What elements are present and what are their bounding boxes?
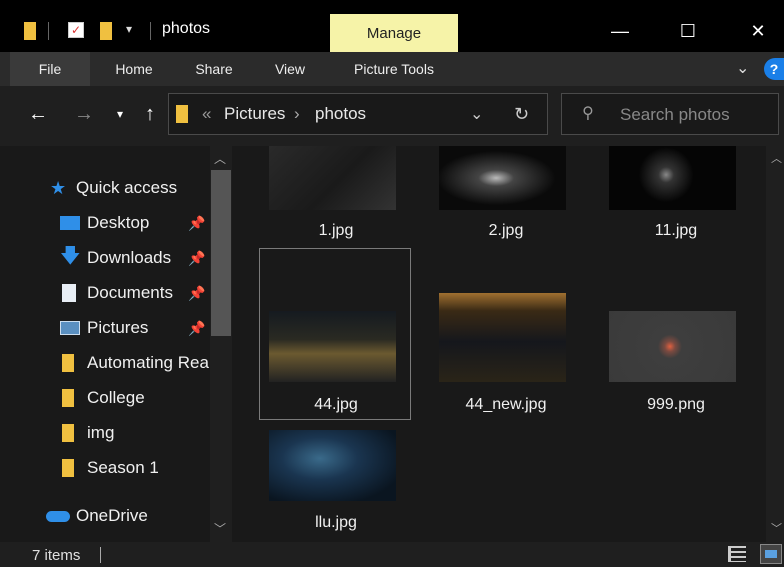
download-arrow-icon: 🡇 bbox=[60, 245, 81, 267]
sidebar-item-label: Season 1 bbox=[87, 458, 159, 477]
sidebar-item-label: img bbox=[87, 423, 115, 442]
search-icon: ⚲ bbox=[582, 105, 594, 122]
maximize-icon[interactable]: ☐ bbox=[668, 16, 708, 46]
folder-icon bbox=[176, 105, 188, 123]
sidebar-item-onedrive[interactable]: OneDrive bbox=[0, 499, 210, 533]
file-name[interactable]: 44.jpg bbox=[251, 396, 421, 414]
cloud-icon bbox=[46, 510, 70, 522]
separator bbox=[48, 22, 49, 40]
folder-icon bbox=[62, 389, 74, 407]
star-icon: ★ bbox=[50, 177, 67, 198]
file-name[interactable]: 44_new.jpg bbox=[421, 396, 591, 414]
folder-icon bbox=[62, 424, 74, 442]
sidebar-item-label: College bbox=[87, 388, 145, 407]
details-view-icon[interactable] bbox=[728, 546, 746, 562]
file-name[interactable]: 999.png bbox=[591, 396, 761, 414]
document-icon bbox=[62, 284, 76, 302]
refresh-icon[interactable]: ↻ bbox=[514, 104, 529, 125]
sidebar-item-documents[interactable]: Documents 📌 bbox=[0, 276, 210, 310]
sidebar-item-label: Automating Rea bbox=[87, 353, 209, 372]
thumbnail-11-jpg[interactable] bbox=[609, 146, 736, 210]
sidebar-item-quick-access[interactable]: ★ Quick access bbox=[0, 171, 210, 205]
file-name[interactable]: 2.jpg bbox=[421, 222, 591, 240]
thumbnail-999-png[interactable] bbox=[609, 311, 736, 382]
thumbnail-44-jpg[interactable] bbox=[269, 311, 396, 382]
customize-qat-icon[interactable]: ▾ bbox=[126, 22, 132, 36]
sidebar-item-desktop[interactable]: Desktop 📌 bbox=[0, 206, 210, 240]
sidebar-item-automating[interactable]: Automating Rea bbox=[0, 346, 210, 380]
recent-locations-icon[interactable]: ▾ bbox=[106, 100, 134, 128]
manage-tab[interactable]: Manage bbox=[330, 14, 458, 52]
sidebar-item-label: Desktop bbox=[87, 213, 150, 232]
sidebar-item-college[interactable]: College bbox=[0, 381, 210, 415]
tab-home[interactable]: Home bbox=[98, 52, 170, 86]
status-bar bbox=[0, 542, 784, 567]
large-icons-view-icon[interactable] bbox=[760, 544, 782, 564]
minimize-icon[interactable]: — bbox=[600, 16, 640, 46]
desktop-icon bbox=[60, 216, 80, 230]
thumbnail-2-jpg[interactable] bbox=[439, 146, 566, 210]
sidebar-item-label: Quick access bbox=[76, 178, 178, 197]
pin-icon[interactable]: 📌 bbox=[188, 285, 205, 302]
sidebar-item-label: Pictures bbox=[87, 318, 149, 337]
sidebar-item-downloads[interactable]: 🡇 Downloads 📌 bbox=[0, 241, 210, 275]
crumb-separator[interactable]: › bbox=[294, 104, 300, 124]
close-icon[interactable]: ✕ bbox=[738, 16, 778, 46]
forward-arrow-icon[interactable]: → bbox=[70, 100, 98, 128]
scroll-up-icon[interactable]: ︿ bbox=[214, 150, 226, 167]
folder-icon[interactable] bbox=[24, 22, 36, 40]
pin-icon[interactable]: 📌 bbox=[188, 250, 205, 267]
tab-share[interactable]: Share bbox=[180, 52, 248, 86]
address-dropdown-icon[interactable]: ⌄ bbox=[470, 104, 483, 124]
back-arrow-icon[interactable]: ← bbox=[24, 100, 52, 128]
nav-scrollbar-thumb[interactable] bbox=[211, 170, 231, 336]
item-count: 7 items bbox=[32, 547, 81, 564]
crumb-photos[interactable]: photos bbox=[315, 104, 366, 124]
thumbnail-1-jpg[interactable] bbox=[269, 146, 396, 210]
pin-icon[interactable]: 📌 bbox=[188, 215, 205, 232]
file-name[interactable]: llu.jpg bbox=[251, 514, 421, 532]
up-arrow-icon[interactable]: ↑ bbox=[136, 100, 164, 128]
pin-icon[interactable]: 📌 bbox=[188, 320, 205, 337]
search-input[interactable]: Search photos bbox=[620, 105, 730, 125]
properties-check-icon[interactable]: ✓ bbox=[68, 22, 84, 38]
window-title: photos bbox=[162, 20, 211, 37]
thumbnail-44-new-jpg[interactable] bbox=[439, 293, 566, 382]
sidebar-item-label: OneDrive bbox=[76, 506, 148, 525]
scroll-down-icon[interactable]: ﹀ bbox=[771, 520, 782, 536]
expand-ribbon-icon[interactable]: ⌄ bbox=[736, 58, 749, 78]
pictures-icon bbox=[60, 321, 80, 335]
help-icon[interactable]: ? bbox=[764, 58, 784, 80]
status-separator bbox=[100, 547, 101, 563]
sidebar-item-img[interactable]: img bbox=[0, 416, 210, 450]
file-name[interactable]: 1.jpg bbox=[251, 222, 421, 240]
tab-file[interactable]: File bbox=[10, 52, 90, 86]
content-scrollbar[interactable] bbox=[766, 146, 784, 542]
crumb-overflow[interactable]: « bbox=[202, 104, 211, 124]
sidebar-item-label: Downloads bbox=[87, 248, 172, 267]
file-name[interactable]: 11.jpg bbox=[591, 222, 761, 240]
scroll-up-icon[interactable]: ︿ bbox=[771, 150, 782, 166]
tab-view[interactable]: View bbox=[258, 52, 322, 86]
sidebar-item-label: Documents bbox=[87, 283, 173, 302]
sidebar-item-season-1[interactable]: Season 1 bbox=[0, 451, 210, 485]
scroll-down-icon[interactable]: ﹀ bbox=[214, 520, 226, 537]
thumbnail-llu-jpg[interactable] bbox=[269, 430, 396, 501]
crumb-pictures[interactable]: Pictures bbox=[224, 104, 285, 124]
sidebar-item-pictures[interactable]: Pictures 📌 bbox=[0, 311, 210, 345]
folder-icon bbox=[62, 459, 74, 477]
folder-icon bbox=[62, 354, 74, 372]
tab-picture-tools[interactable]: Picture Tools bbox=[330, 52, 458, 86]
separator bbox=[150, 22, 151, 40]
new-folder-icon[interactable] bbox=[100, 22, 112, 40]
